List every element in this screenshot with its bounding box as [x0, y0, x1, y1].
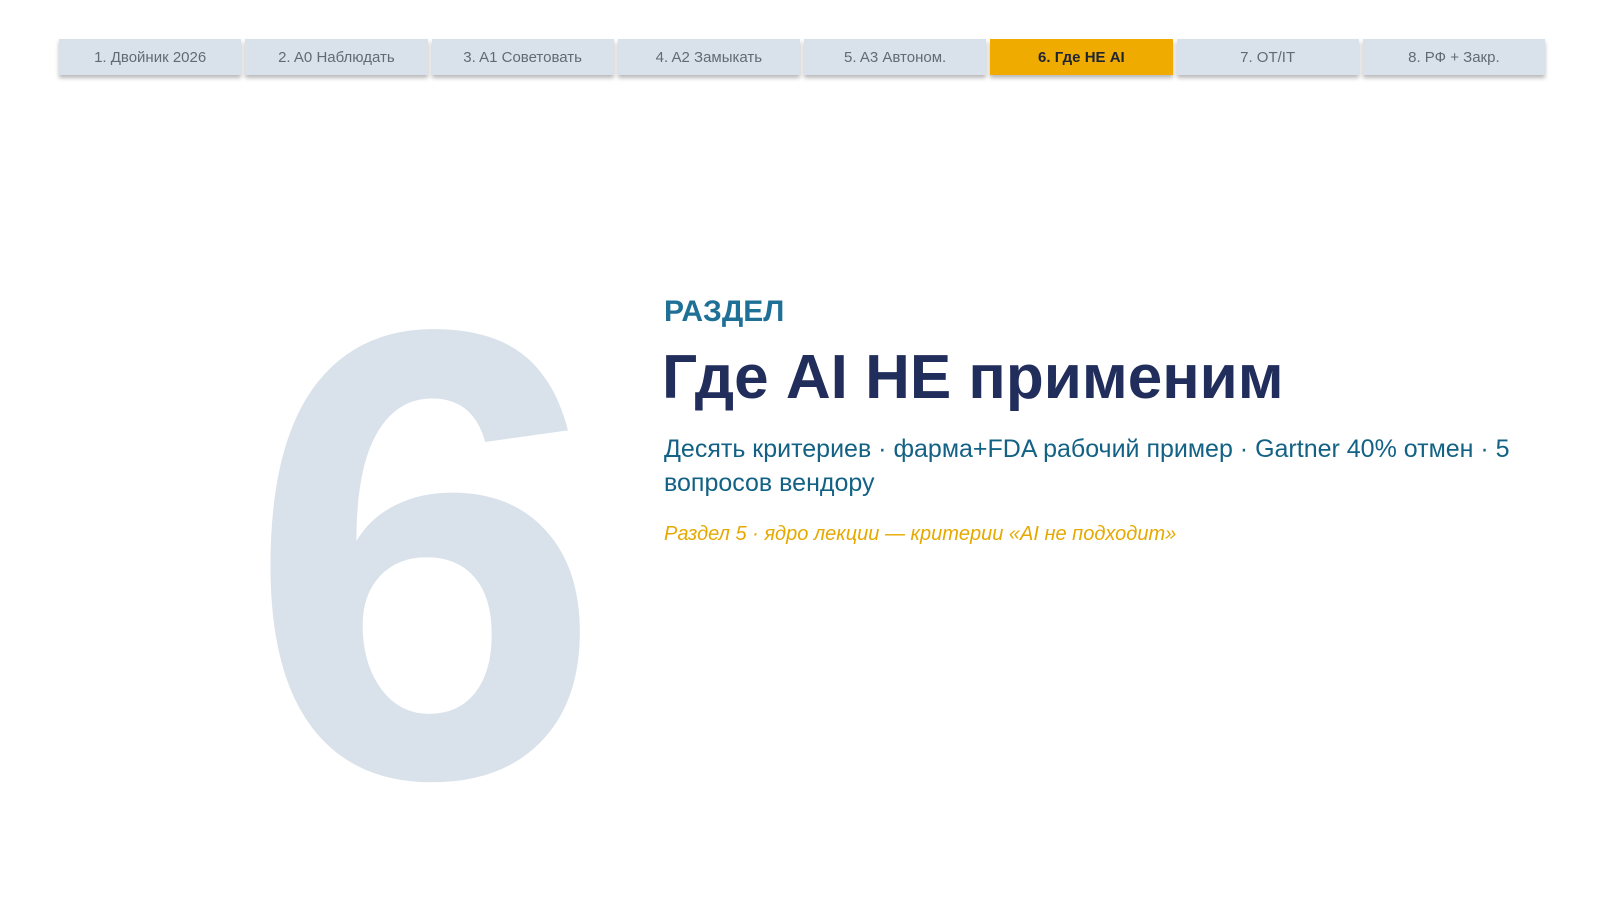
section-title: Где AI НЕ применим	[662, 343, 1284, 412]
section-number: 6	[247, 255, 603, 855]
section-content: РАЗДЕЛ Где AI НЕ применим Десять критери…	[662, 292, 1544, 548]
section-label: РАЗДЕЛ	[664, 295, 785, 328]
section-note: Раздел 5 · ядро лекции — критерии «AI не…	[664, 523, 1177, 545]
nav-tab-7[interactable]: 7. OT/IT	[1176, 39, 1359, 75]
section-nav: 1. Двойник 2026 2. A0 Наблюдать 3. A1 Со…	[59, 39, 1545, 75]
section-subtitle: Десять критериев · фарма+FDA рабочий при…	[664, 435, 1510, 497]
nav-tab-6-active[interactable]: 6. Где НЕ AI	[990, 39, 1173, 75]
nav-tab-2[interactable]: 2. A0 Наблюдать	[245, 39, 428, 75]
nav-tab-3[interactable]: 3. A1 Советовать	[431, 39, 614, 75]
nav-tab-1[interactable]: 1. Двойник 2026	[59, 39, 242, 75]
nav-tab-4[interactable]: 4. A2 Замыкать	[617, 39, 800, 75]
nav-tab-5[interactable]: 5. A3 Автоном.	[804, 39, 987, 75]
nav-tab-8[interactable]: 8. РФ + Закр.	[1362, 39, 1545, 75]
